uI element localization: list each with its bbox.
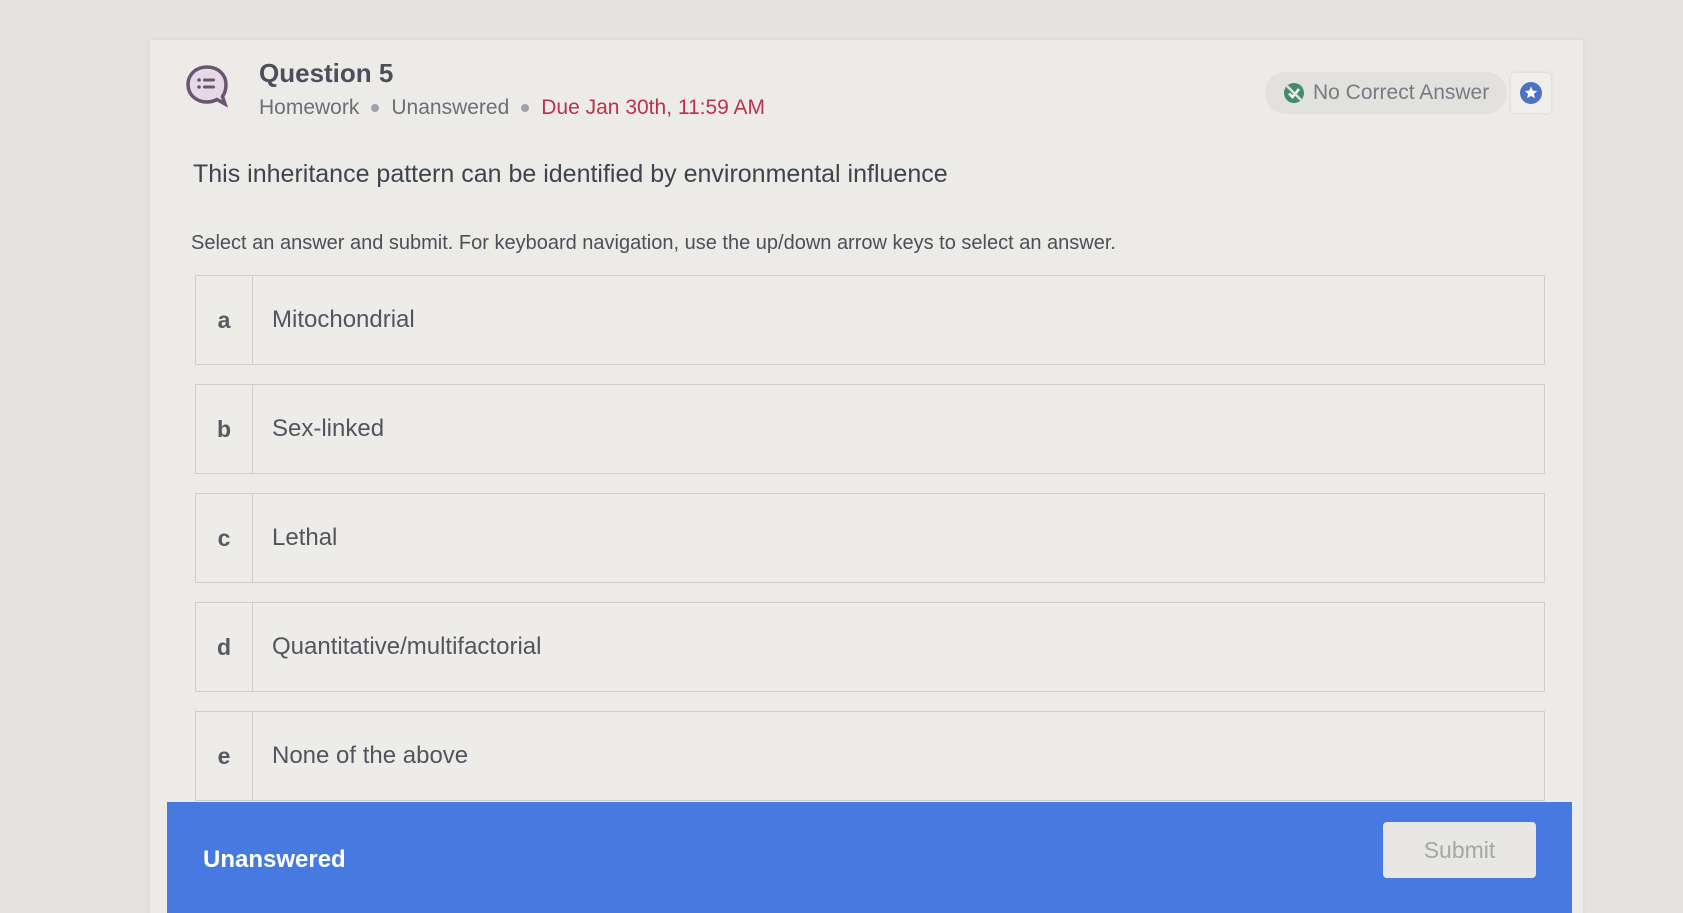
separator-dot [371,104,380,112]
option-letter: c [196,494,253,582]
option-letter: b [196,385,253,473]
discussion-question-icon [186,65,229,108]
star-icon [1520,82,1542,104]
option-text: Quantitative/multifactorial [272,633,542,660]
answer-options: a Mitochondrial b Sex-linked c Lethal d … [195,275,1545,820]
question-prompt: This inheritance pattern can be identifi… [193,160,948,188]
due-date: Due Jan 30th, 11:59 AM [541,96,766,119]
answer-option-d[interactable]: d Quantitative/multifactorial [195,602,1545,692]
answer-option-a[interactable]: a Mitochondrial [195,275,1545,365]
option-letter: e [196,712,253,800]
question-title: Question 5 [259,58,394,88]
answer-option-b[interactable]: b Sex-linked [195,384,1545,474]
answer-status: Unanswered [391,96,510,119]
option-text: Mitochondrial [272,306,415,333]
option-text: None of the above [272,742,469,769]
no-correct-answer-badge: No Correct Answer [1265,72,1508,114]
option-text: Lethal [272,524,338,551]
bookmark-star-button[interactable] [1511,73,1551,113]
option-letter: d [196,603,253,691]
no-correct-answer-icon [1284,83,1304,103]
separator-dot [521,104,530,112]
submission-status: Unanswered [203,846,346,873]
submit-button[interactable]: Submit [1383,822,1536,878]
answer-option-c[interactable]: c Lethal [195,493,1545,583]
assignment-type: Homework [259,96,360,119]
option-text: Sex-linked [272,415,385,442]
answer-instructions: Select an answer and submit. For keyboar… [191,232,1116,254]
answer-option-e[interactable]: e None of the above [195,711,1545,801]
badge-label: No Correct Answer [1313,81,1490,104]
question-meta: Homework Unanswered Due Jan 30th, 11:59 … [259,96,765,120]
submission-footer: Unanswered Submit [167,802,1572,913]
question-card: Question 5 Homework Unanswered Due Jan 3… [150,40,1583,913]
option-letter: a [196,276,253,364]
